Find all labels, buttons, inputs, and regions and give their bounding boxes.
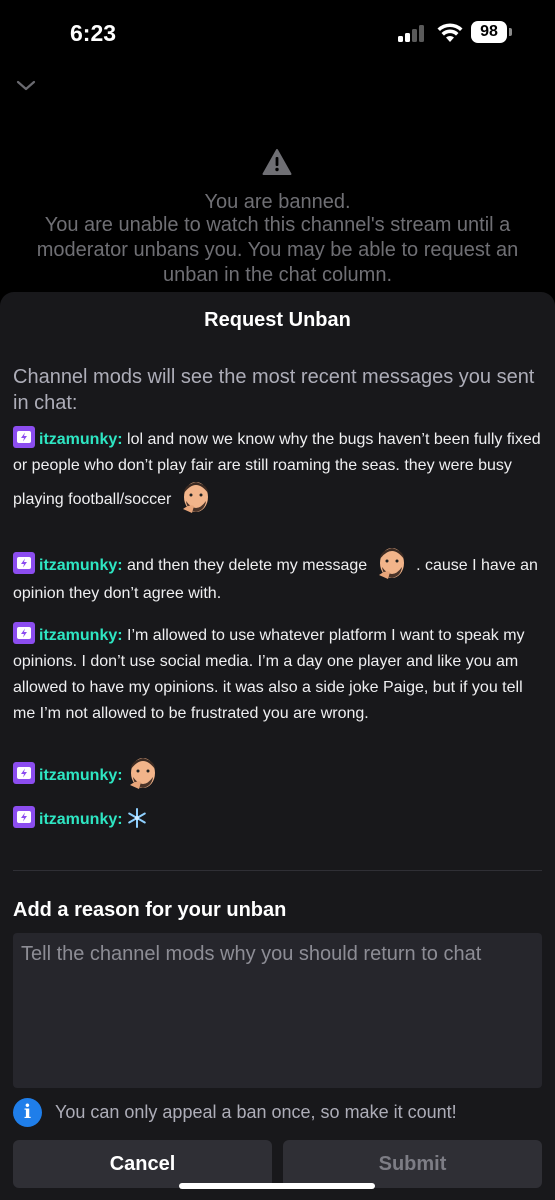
turbo-badge-icon (13, 622, 35, 644)
home-indicator[interactable] (179, 1183, 375, 1189)
divider (13, 870, 542, 871)
chat-message: itzamunky: and then they delete my messa… (13, 545, 543, 607)
chat-message: itzamunky: (13, 806, 543, 833)
reason-field[interactable] (13, 933, 542, 1088)
turbo-badge-icon (13, 552, 35, 574)
username[interactable]: itzamunky: (39, 557, 123, 574)
info-icon: i (13, 1098, 42, 1127)
chevron-down-icon[interactable] (14, 74, 38, 98)
info-text: You can only appeal a ban once, so make … (55, 1102, 457, 1122)
request-unban-sheet: Request Unban Channel mods will see the … (0, 292, 555, 1200)
info-row: i You can only appeal a ban once, so mak… (13, 1098, 543, 1128)
turbo-badge-icon (13, 762, 35, 784)
turbo-badge-icon (13, 426, 35, 448)
banned-message: You are unable to watch this channel's s… (36, 214, 519, 286)
banned-title: You are banned. (204, 191, 351, 213)
status-time: 6:23 (70, 20, 117, 46)
wifi-icon (437, 23, 463, 42)
face-emote-icon (129, 758, 155, 789)
reason-label: Add a reason for your unban (13, 899, 287, 921)
mods-note: Channel mods will see the most recent me… (13, 366, 535, 414)
sheet-title: Request Unban (204, 309, 351, 331)
username[interactable]: itzamunky: (39, 811, 123, 828)
battery-tip (509, 28, 512, 36)
chat-message: itzamunky: I’m allowed to use whatever p… (13, 622, 543, 727)
battery-indicator: 98 (471, 21, 507, 43)
message-text: and then they delete my message (122, 557, 372, 574)
face-emote-icon (378, 548, 404, 579)
cancel-button[interactable]: Cancel (13, 1140, 272, 1188)
username[interactable]: itzamunky: (39, 627, 123, 644)
turbo-badge-icon (13, 806, 35, 828)
face-emote-icon (182, 482, 208, 513)
chat-message: itzamunky: lol and now we know why the b… (13, 426, 543, 515)
chat-message: itzamunky: (13, 755, 543, 791)
cellular-signal-icon (398, 24, 428, 42)
username[interactable]: itzamunky: (39, 767, 123, 784)
warning-icon (262, 149, 292, 175)
submit-button[interactable]: Submit (283, 1140, 542, 1188)
snowflake-emote-icon (128, 808, 146, 828)
reason-input[interactable] (13, 933, 542, 1088)
username[interactable]: itzamunky: (39, 431, 123, 448)
status-bar: 6:23 98 (0, 0, 555, 66)
